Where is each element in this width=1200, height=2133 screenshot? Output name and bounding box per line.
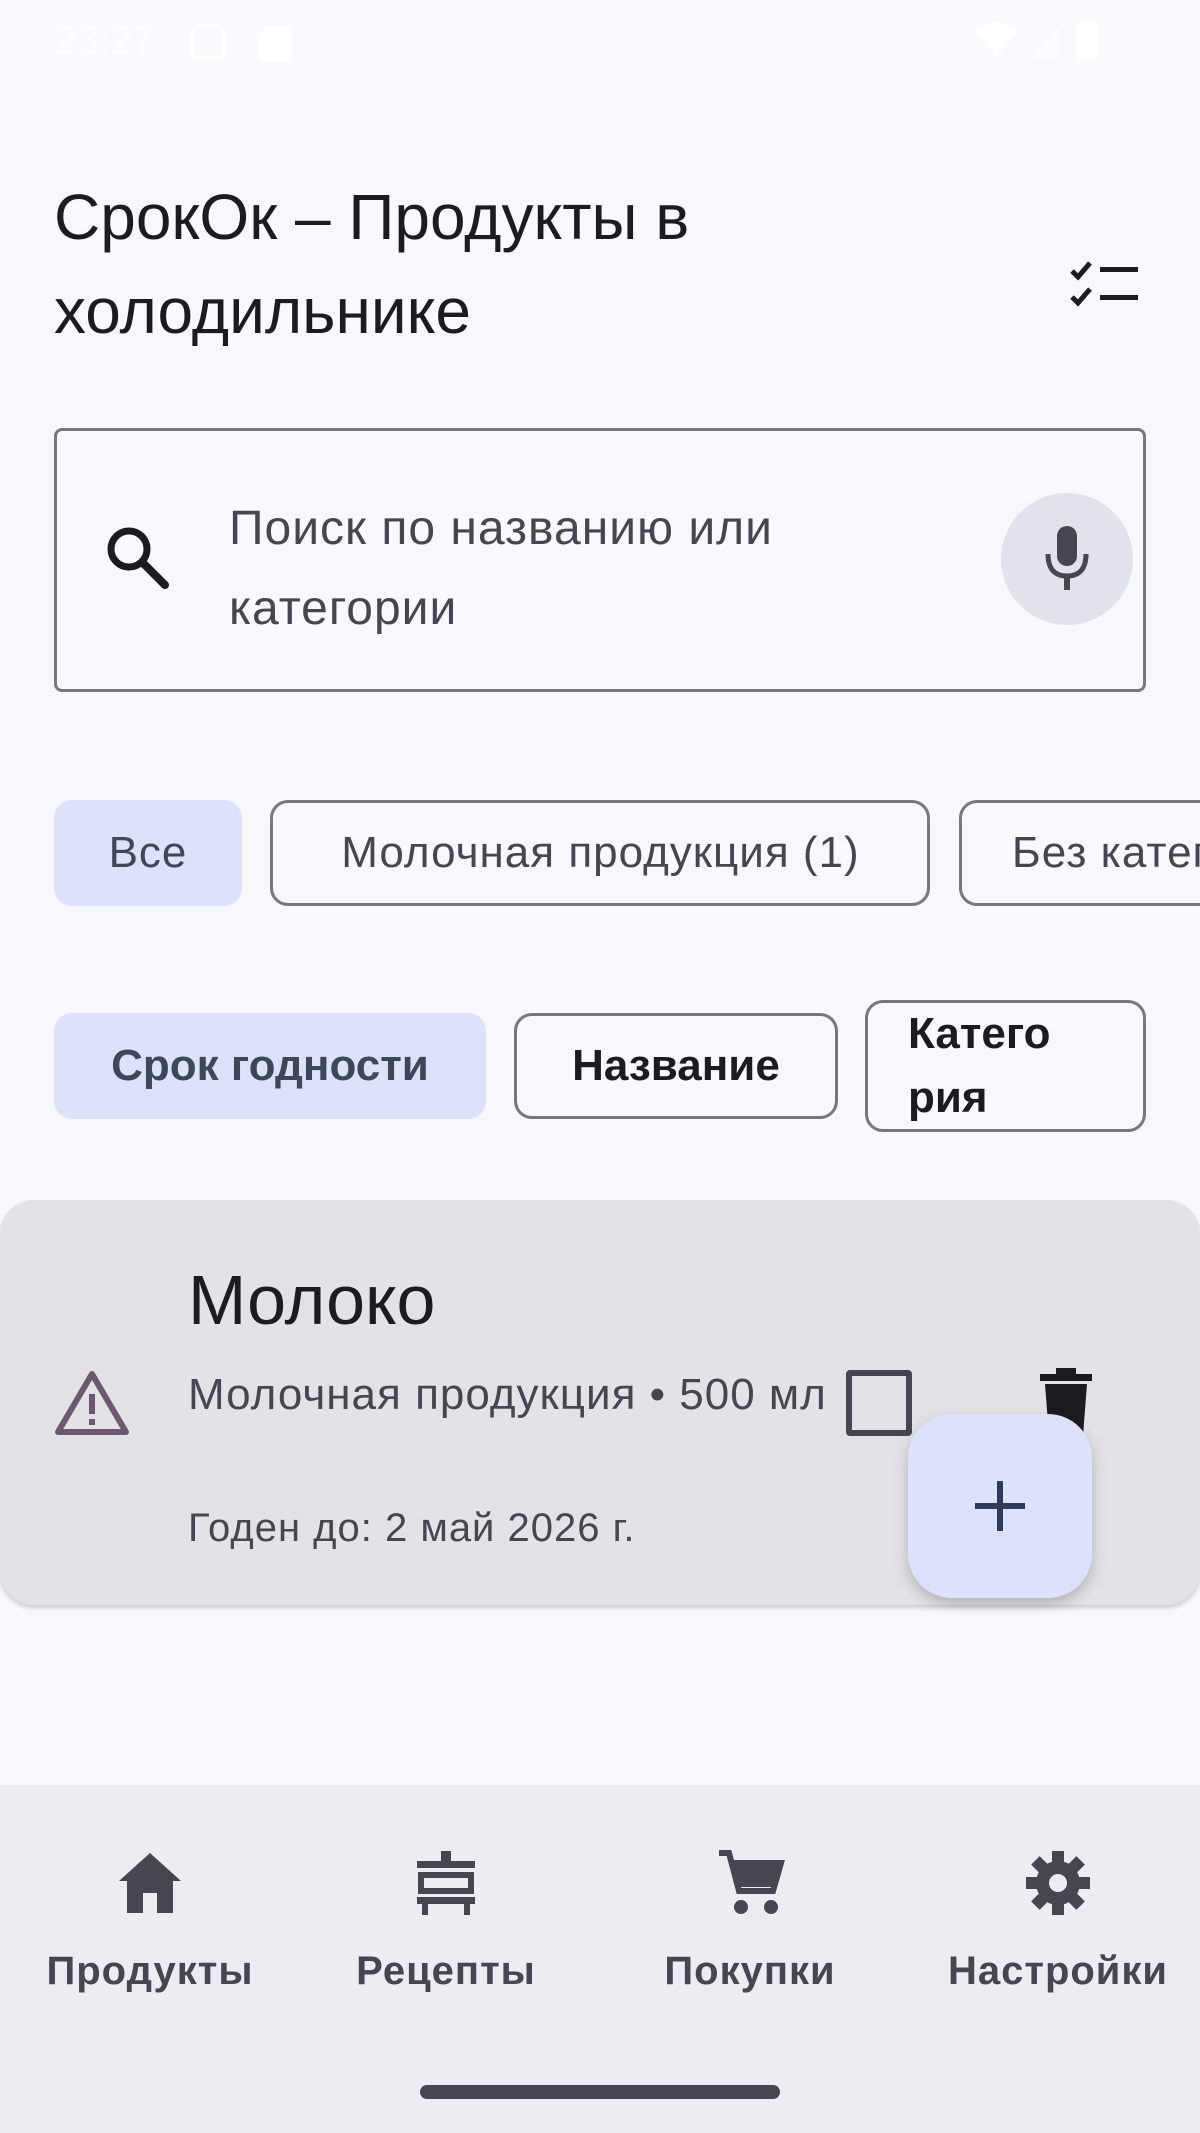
- page-title: СрокОк – Продукты в холодильнике: [54, 181, 690, 347]
- product-checkbox[interactable]: [846, 1370, 912, 1436]
- sort-expiry[interactable]: Срок годности: [54, 1013, 486, 1119]
- status-notification-icons: [188, 20, 298, 69]
- plus-icon: [975, 1481, 1025, 1531]
- nav-item-settings[interactable]: Настройки: [908, 1845, 1200, 2045]
- search-icon: [103, 523, 173, 598]
- notification-icon: [190, 24, 292, 62]
- search-input[interactable]: Поиск по названию или категории: [229, 489, 849, 649]
- nav-item-shopping[interactable]: Покупки: [600, 1845, 900, 2045]
- product-name: Молоко: [188, 1261, 436, 1339]
- warning-icon: [54, 1368, 130, 1441]
- status-time: 23:27: [55, 18, 156, 62]
- sort-name[interactable]: Название: [514, 1013, 838, 1119]
- home-icon: [119, 1853, 181, 1913]
- nav-item-products[interactable]: Продукты: [0, 1845, 300, 2045]
- gear-icon: [1026, 1851, 1090, 1915]
- nav-label-shopping: Покупки: [664, 1949, 836, 1993]
- status-system-icons: [972, 18, 1112, 69]
- sort-category[interactable]: Катего рия: [865, 1000, 1146, 1132]
- nav-label-settings: Настройки: [947, 1949, 1169, 1993]
- mic-button[interactable]: [1001, 493, 1133, 625]
- nav-label-recipes: Рецепты: [356, 1949, 536, 1993]
- checklist-icon: [1070, 261, 1138, 307]
- recipes-icon: [417, 1851, 475, 1915]
- home-indicator[interactable]: [420, 2085, 780, 2099]
- wifi-signal-battery-icon: [974, 22, 1098, 60]
- nav-label-products: Продукты: [46, 1949, 254, 1993]
- search-box[interactable]: Поиск по названию или категории: [54, 428, 1146, 692]
- status-bar: 23:27: [0, 0, 1200, 80]
- product-category-quantity: Молочная продукция • 500 мл: [188, 1370, 827, 1419]
- top-app-bar: СрокОк – Продукты в холодильнике: [0, 170, 1200, 370]
- mic-icon: [1045, 526, 1089, 590]
- product-expiry-date: Годен до: 2 май 2026 г.: [188, 1506, 636, 1550]
- nav-item-recipes[interactable]: Рецепты: [296, 1845, 596, 2045]
- chip-dairy[interactable]: Молочная продукция (1): [270, 800, 931, 906]
- add-product-fab[interactable]: [908, 1414, 1092, 1598]
- chip-no-category[interactable]: Без категории: [958, 800, 1200, 906]
- checklist-button[interactable]: [1050, 230, 1160, 340]
- category-filter-chips: Все Молочная продукция (1) Без категории: [54, 800, 1200, 906]
- bottom-navigation: Продукты Рецепты Покупки Настройки: [0, 1785, 1200, 2133]
- chip-all[interactable]: Все: [54, 800, 242, 906]
- cart-icon: [719, 1850, 785, 1914]
- sort-chips: Срок годности Название Катего рия: [54, 1000, 1154, 1135]
